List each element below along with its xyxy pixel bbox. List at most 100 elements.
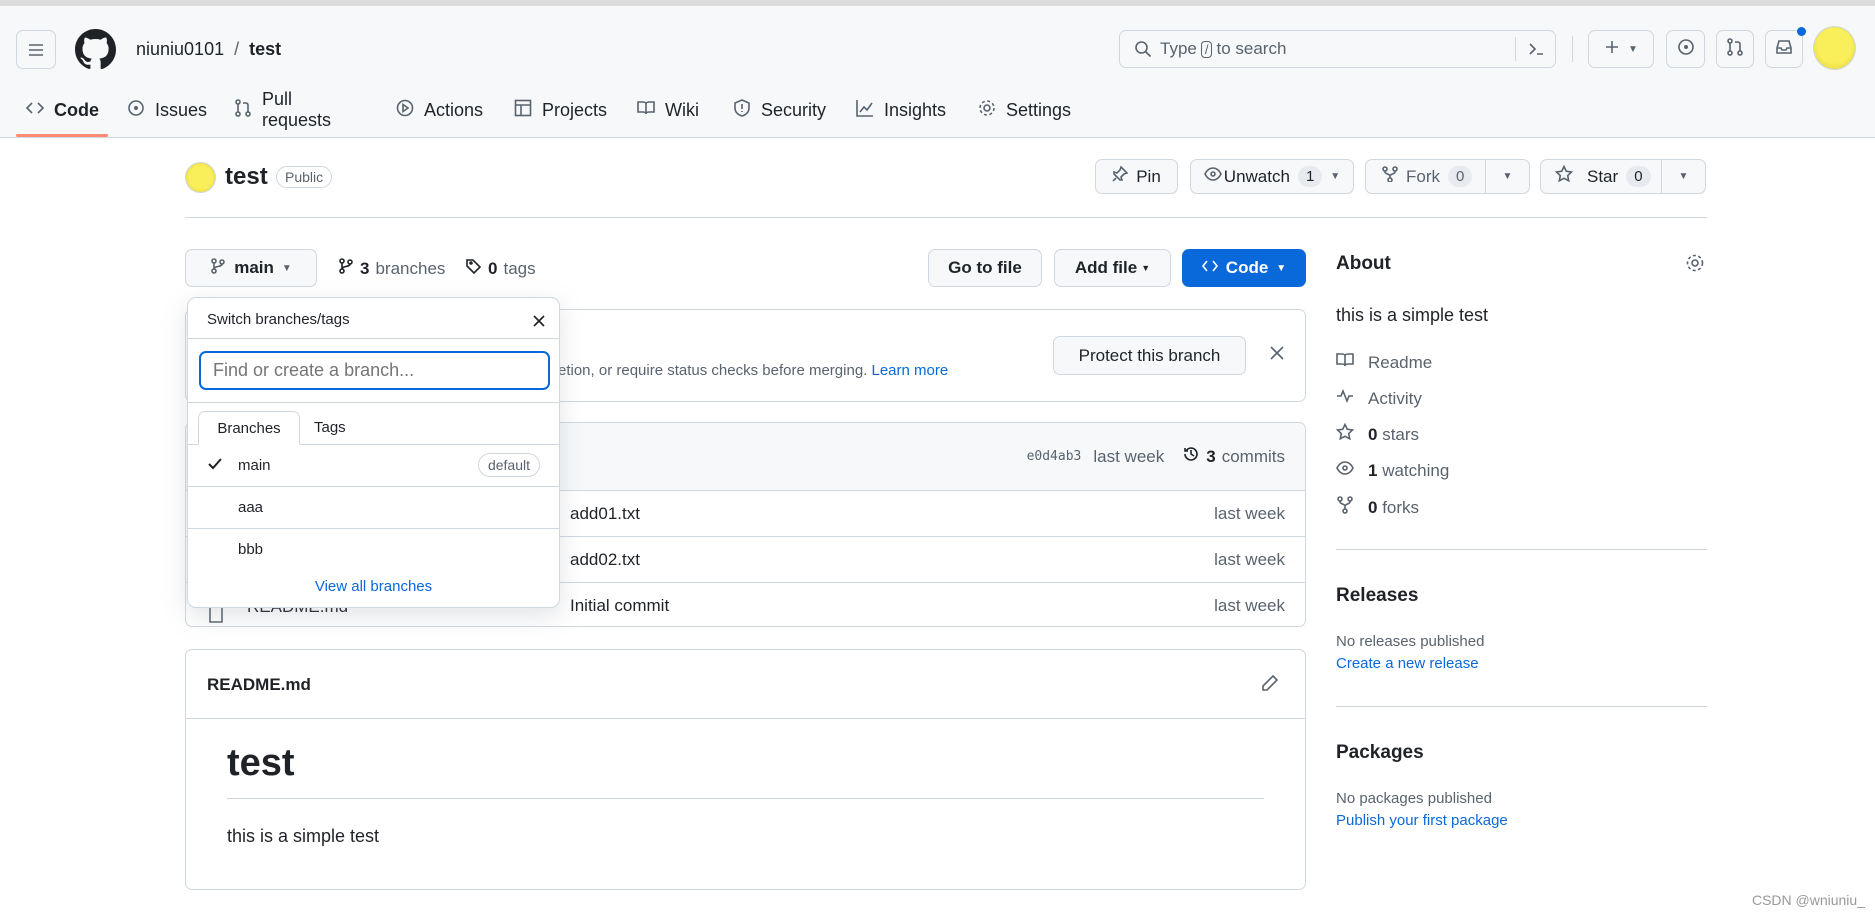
branch-item-bbb[interactable]: bbb [188,529,559,571]
divider [186,718,1305,719]
learn-more-link[interactable]: Learn more [872,362,949,379]
banner-text: etion, or require status checks before m… [558,362,949,379]
branch-select-button[interactable]: main ▼ [185,249,317,287]
tab-branches[interactable]: Branches [198,411,300,445]
book-icon [637,99,655,122]
branches-label: branches [375,258,446,278]
commits-count: 3 [1206,446,1216,466]
breadcrumb: niuniu0101 / test [136,39,281,60]
star-dropdown-caret-icon[interactable]: ▼ [1661,160,1705,193]
add-file-button[interactable]: Add file ▼ [1054,249,1171,287]
readme-filename[interactable]: README.md [207,675,311,695]
code-button[interactable]: Code ▼ [1182,249,1306,287]
releases-title[interactable]: Releases [1336,585,1418,607]
item-count: 0 [1368,497,1378,517]
star-count: 0 [1626,166,1651,187]
stars-link[interactable]: 0 stars [1335,422,1420,446]
tab-wiki[interactable]: Wiki [637,96,699,124]
readme-link[interactable]: Readme [1336,351,1432,374]
tab-security[interactable]: Security [733,96,826,124]
search-input[interactable]: Type / to search [1119,30,1556,68]
go-to-file-button[interactable]: Go to file [928,249,1042,287]
tab-pull-requests[interactable]: Pull requests [234,89,331,130]
gear-icon[interactable] [1685,253,1705,278]
packages-title[interactable]: Packages [1336,742,1424,764]
issues-button[interactable] [1666,30,1705,68]
eye-icon [1203,165,1222,188]
branches-count: 3 [360,258,370,278]
star-button[interactable]: Star 0 ▼ [1540,159,1706,194]
branch-item-main[interactable]: main default [188,445,559,487]
pin-button[interactable]: Pin [1095,159,1178,194]
repo-owner-avatar [185,162,216,193]
create-new-button[interactable]: ▼ [1588,30,1654,68]
breadcrumb-separator: / [234,39,240,59]
close-icon[interactable] [1268,344,1286,367]
caret-down-icon: ▼ [1628,43,1638,55]
tab-tags[interactable]: Tags [314,419,346,436]
about-description: this is a simple test [1336,305,1489,325]
menu-button[interactable] [16,30,56,69]
tab-projects[interactable]: Projects [514,96,607,124]
inbox-button[interactable] [1765,30,1803,68]
file-time: last week [1214,503,1285,523]
branch-search-input[interactable] [199,351,550,390]
item-count: 0 [1368,424,1378,444]
default-badge: default [477,453,540,477]
star-icon [1554,164,1574,188]
item-label: forks [1382,497,1420,517]
play-icon [396,99,414,122]
readme-box: README.md test this is a simple test [185,649,1306,890]
forks-link[interactable]: 0 forks [1336,496,1419,519]
caret-down-icon: ▼ [281,262,292,274]
publish-package-link[interactable]: Publish your first package [1336,812,1508,829]
branch-item-aaa[interactable]: aaa [188,487,559,529]
tab-label: Wiki [665,99,699,120]
fork-button[interactable]: Fork 0 ▼ [1365,159,1530,194]
tab-actions[interactable]: Actions [396,96,483,124]
item-label: stars [1382,424,1420,444]
pencil-icon[interactable] [1261,674,1279,697]
pull-requests-button[interactable] [1716,30,1754,68]
user-avatar[interactable] [1813,26,1856,70]
commits-link[interactable]: 3 commits [1182,445,1285,468]
branches-link[interactable]: 3 branches [338,258,445,279]
commit-message[interactable]: add01.txt [570,504,640,524]
about-title: About [1336,253,1391,274]
releases-empty: No releases published [1336,633,1485,650]
dropdown-title: Switch branches/tags [207,311,350,328]
view-all-branches-link[interactable]: View all branches [188,578,559,595]
create-release-link[interactable]: Create a new release [1336,655,1479,672]
tab-insights[interactable]: Insights [856,96,946,124]
protect-branch-button[interactable]: Protect this branch [1053,336,1246,375]
commit-message[interactable]: Initial commit [570,596,669,616]
close-icon[interactable] [532,313,546,333]
eye-icon [1336,459,1354,482]
tab-label: Issues [155,99,208,120]
commit-info: e0d4ab3 last week 3 commits [1027,445,1285,468]
watching-link[interactable]: 1 watching [1336,459,1449,482]
tab-settings[interactable]: Settings [978,96,1071,124]
branch-switcher-dropdown: Switch branches/tags Branches Tags main … [187,297,560,608]
repo-link[interactable]: test [249,39,281,60]
branch-icon [338,258,354,279]
repo-title[interactable]: test [225,163,268,191]
readme-body: this is a simple test [227,826,380,846]
github-logo-icon[interactable] [75,29,117,75]
activity-link[interactable]: Activity [1336,387,1422,410]
fork-dropdown-caret-icon[interactable]: ▼ [1485,160,1529,193]
tab-code[interactable]: Code [25,96,99,124]
pull-request-icon [1726,37,1744,61]
fork-count: 0 [1448,166,1473,187]
unwatch-button[interactable]: Unwatch 1 ▼ [1190,159,1354,194]
tab-issues[interactable]: Issues [127,96,207,124]
owner-link[interactable]: niuniu0101 [136,39,224,60]
commit-hash[interactable]: e0d4ab3 [1027,449,1082,464]
tags-link[interactable]: 0 tags [466,258,536,279]
tags-count: 0 [488,258,498,278]
command-palette-icon[interactable] [1515,37,1555,61]
commit-message[interactable]: add02.txt [570,550,640,570]
pull-request-icon [234,98,252,122]
branch-name: bbb [238,541,264,558]
tab-label: Projects [542,99,608,120]
